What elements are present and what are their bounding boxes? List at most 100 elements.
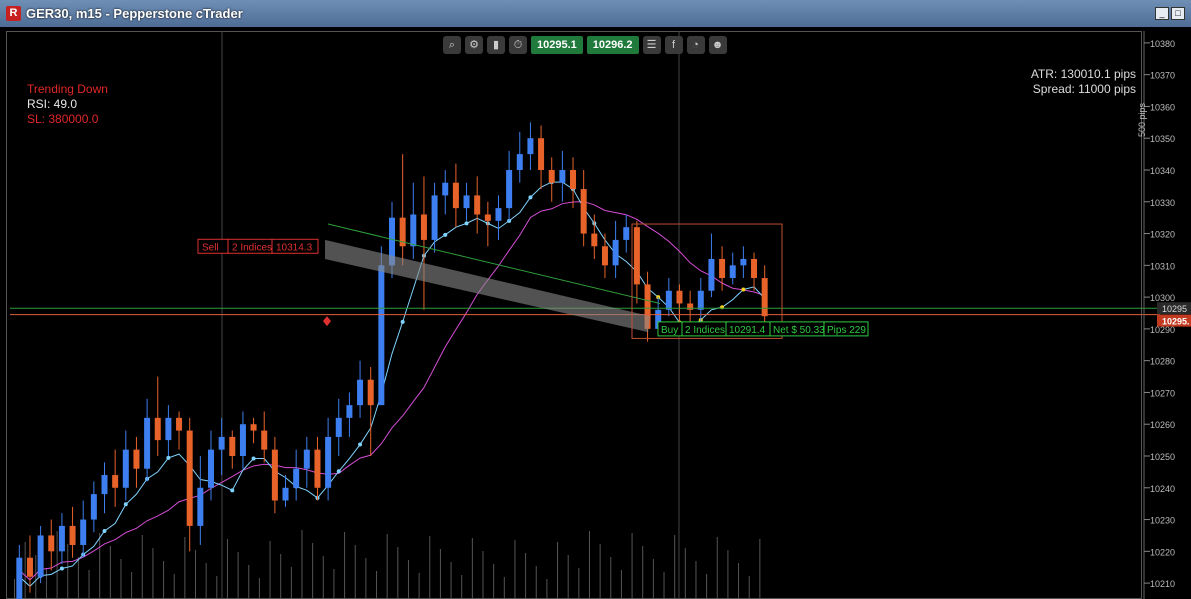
chart-area[interactable]: Sell 2 Indices 10314.3 Buy 2 Indices 10291.4 N… [0, 27, 1191, 599]
volume-bar-60 [652, 559, 654, 599]
ma-dot-4 [59, 566, 64, 571]
buy-trade-label[interactable]: Buy 2 Indices 10291.4 Net $ 50.33 Pips 229 [657, 321, 869, 337]
candle-body-27 [303, 449, 310, 469]
user-icon[interactable]: ☻ [708, 36, 727, 54]
candle-body-1 [26, 557, 33, 577]
y-tick-label-10: 10280 [1150, 357, 1175, 367]
zoom-icon[interactable]: ⌕ [443, 36, 461, 54]
settings-icon[interactable]: ⚙ [465, 36, 483, 54]
candle-body-34 [378, 265, 385, 406]
candle-body-24 [271, 449, 278, 501]
candle-body-56 [612, 239, 619, 266]
ma-dot-32 [358, 442, 363, 447]
facebook-icon[interactable]: f [664, 36, 683, 54]
ma-dot-20 [230, 488, 235, 493]
volume-bar-27 [301, 530, 303, 599]
ma-dot-48 [528, 195, 533, 200]
volume-bar-32 [354, 545, 356, 599]
volume-bar-41 [450, 562, 452, 599]
candle-body-33 [367, 379, 374, 406]
timeframe-icon[interactable]: ⏱ [509, 36, 527, 54]
volume-bar-8 [99, 533, 101, 599]
volume-bar-58 [631, 533, 633, 599]
candle-body-55 [601, 246, 608, 266]
candle-body-25 [282, 487, 289, 501]
volume-bar-11 [131, 572, 133, 599]
volume-bar-7 [88, 570, 90, 599]
volume-bar-40 [439, 549, 441, 599]
volume-bar-52 [567, 555, 569, 599]
volume-bar-29 [322, 556, 324, 599]
volume-bar-9 [109, 546, 111, 599]
candle-body-44 [484, 214, 491, 221]
candle-body-3 [48, 535, 55, 552]
y-tick-label-15: 10230 [1150, 516, 1175, 526]
ma-dot-40 [443, 232, 448, 237]
volume-bar-13 [152, 548, 154, 599]
ma-dot-30 [336, 469, 341, 474]
sell-price-button[interactable]: 10295.1 [531, 36, 583, 54]
volume-bar-22 [248, 565, 250, 599]
buy-label-text-4: Pips 229 [827, 325, 866, 336]
sell-trade-label[interactable]: Sell 2 Indices 10314.3 [197, 238, 319, 254]
trend-status: Trending Down [27, 82, 108, 96]
volume-bar-10 [120, 559, 122, 599]
window-controls: _ □ [1155, 7, 1185, 20]
candle-body-13 [154, 417, 161, 441]
buy-price-button[interactable]: 10296.2 [586, 36, 639, 54]
volume-bar-53 [578, 568, 580, 599]
volume-bar-68 [738, 563, 740, 599]
candle-body-49 [538, 138, 545, 170]
volume-bar-12 [141, 535, 143, 599]
chart-pie-icon[interactable]: ◔ [686, 36, 705, 54]
candle-body-51 [559, 170, 566, 183]
candle-body-53 [580, 189, 587, 234]
price-chart[interactable]: Sell 2 Indices 10314.3 Buy 2 Indices 10291.4 N… [0, 27, 1191, 599]
ma-dot-36 [400, 319, 405, 324]
y-tick-label-6: 10320 [1150, 230, 1175, 240]
candle-body-8 [101, 475, 108, 495]
volume-bar-44 [482, 551, 484, 599]
minimize-button[interactable]: _ [1155, 7, 1169, 20]
volume-bar-49 [535, 566, 537, 599]
candle-body-31 [346, 405, 353, 418]
volume-bar-64 [695, 561, 697, 599]
y-tick-label-4: 10340 [1150, 166, 1175, 176]
candle-body-7 [90, 494, 97, 520]
entry-marker [323, 316, 331, 327]
candle-body-61 [665, 290, 672, 310]
candle-body-67 [729, 265, 736, 279]
ma-dot-8 [102, 528, 107, 533]
y-tick-label-1: 10370 [1150, 71, 1175, 81]
maximize-button[interactable]: □ [1171, 7, 1185, 20]
candle-body-39 [431, 195, 438, 240]
candle-body-64 [697, 290, 704, 310]
candle-body-48 [527, 138, 534, 155]
volume-bar-0 [14, 579, 15, 599]
atr-value: ATR: 130010.1 pips [1030, 67, 1136, 81]
volume-bar-45 [493, 564, 495, 599]
candle-body-30 [335, 417, 342, 437]
volume-bar-6 [77, 557, 79, 599]
candle-body-58 [633, 227, 640, 285]
volume-bar-63 [684, 548, 686, 599]
list-icon[interactable]: ☰ [642, 36, 661, 54]
ma-dot-14 [166, 455, 171, 460]
y-tick-label-13: 10250 [1150, 452, 1175, 462]
sell-label-text-0: Sell [202, 242, 219, 253]
volume-bar-62 [674, 535, 676, 599]
y-tick-label-17: 10210 [1150, 579, 1175, 589]
window-titlebar: R GER30, m15 - Pepperstone cTrader _ □ [0, 0, 1191, 28]
candle-body-50 [548, 170, 555, 183]
ma-dot-22 [251, 456, 256, 461]
candle-body-32 [357, 379, 364, 406]
candle-body-38 [420, 214, 427, 240]
y-tick-label-3: 10350 [1150, 134, 1175, 144]
buy-label-text-1: 2 Indices [685, 325, 725, 336]
candles-icon[interactable]: ▮ [487, 36, 505, 54]
ctrader-app-icon[interactable]: R [6, 6, 21, 21]
volume-bar-38 [418, 573, 420, 599]
volume-bar-3 [45, 568, 47, 599]
volume-bar-59 [642, 546, 644, 599]
volume-bar-56 [610, 557, 612, 599]
